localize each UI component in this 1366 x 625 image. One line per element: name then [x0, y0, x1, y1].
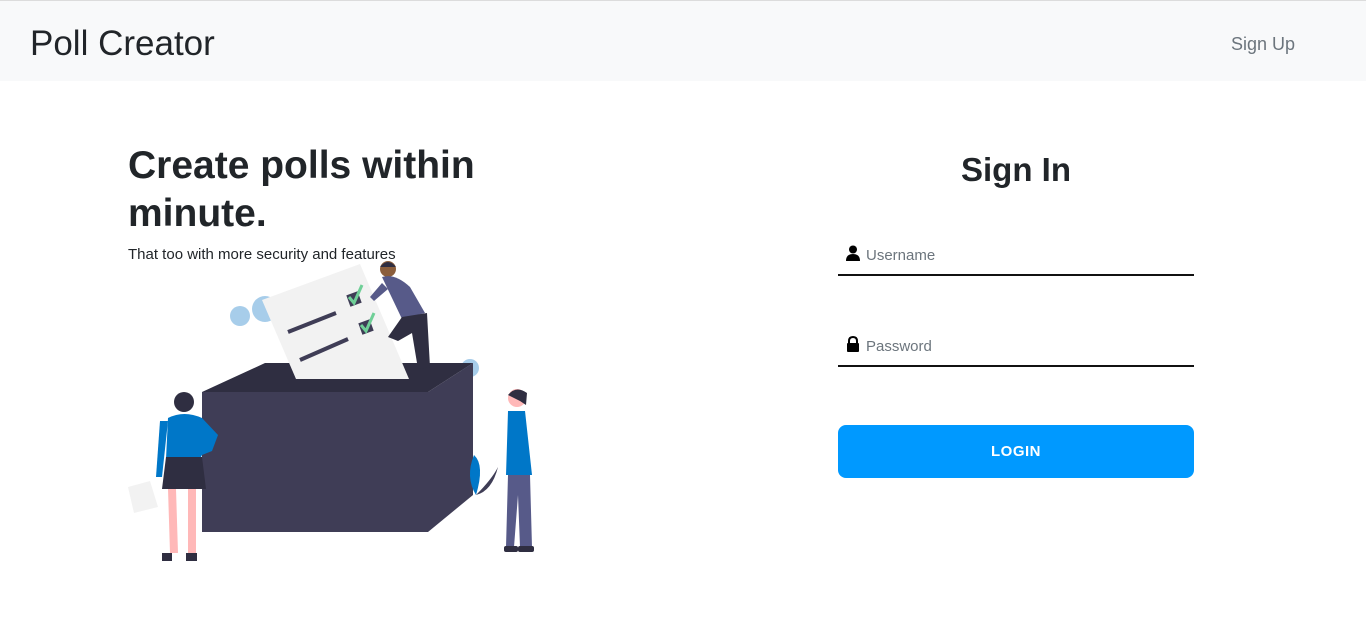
ballot-box-side	[428, 363, 473, 532]
username-field	[838, 242, 1194, 276]
password-input[interactable]	[866, 333, 1186, 359]
woman-shoe	[186, 553, 197, 561]
decor-circle	[230, 306, 250, 326]
login-button[interactable]: LOGIN	[838, 425, 1194, 478]
person-arm	[370, 283, 388, 301]
paper-sheet	[128, 481, 158, 513]
woman-head	[174, 392, 194, 412]
user-icon	[846, 245, 860, 261]
woman-shoe	[162, 553, 172, 561]
woman-skirt	[162, 457, 206, 489]
top-navbar: Poll Creator Sign Up	[0, 0, 1366, 81]
signin-title: Sign In	[961, 151, 1071, 188]
lock-icon	[847, 336, 859, 352]
voting-illustration	[128, 261, 534, 561]
man-shoe	[518, 546, 534, 552]
username-input[interactable]	[866, 242, 1186, 268]
person-torso	[382, 276, 425, 319]
man-torso	[506, 411, 532, 475]
brand-link[interactable]: Poll Creator	[30, 23, 215, 65]
hero-title: Create polls within minute.	[128, 144, 475, 235]
ballot-box-front	[202, 392, 428, 532]
password-field	[838, 333, 1194, 367]
woman-legs	[168, 489, 196, 553]
man-legs	[506, 475, 532, 547]
signup-link[interactable]: Sign Up	[1231, 33, 1295, 55]
man-shoe	[504, 546, 518, 552]
person-hair	[380, 262, 396, 267]
